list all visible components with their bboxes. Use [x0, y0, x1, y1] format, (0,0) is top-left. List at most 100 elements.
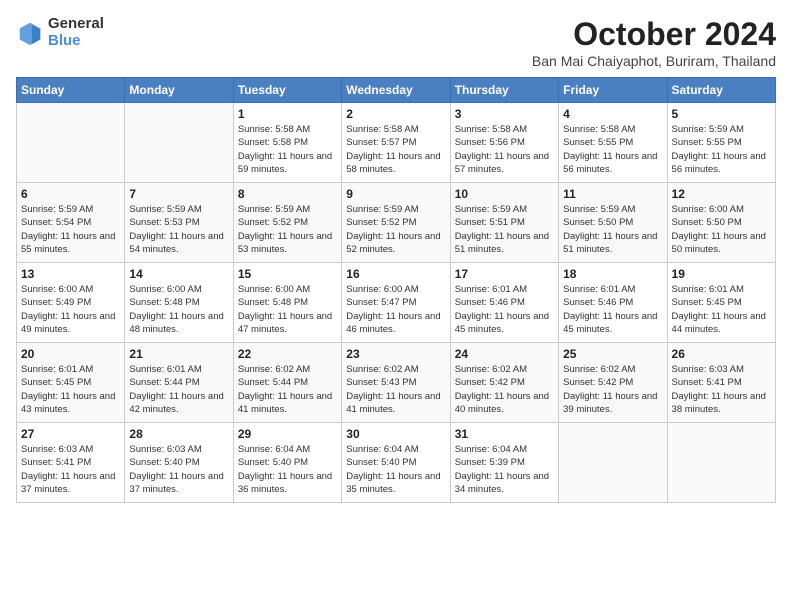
day-info: Sunrise: 6:00 AMSunset: 5:49 PMDaylight:…	[21, 283, 120, 336]
day-info: Sunrise: 5:59 AMSunset: 5:52 PMDaylight:…	[238, 203, 337, 256]
day-info: Sunrise: 5:59 AMSunset: 5:53 PMDaylight:…	[129, 203, 228, 256]
day-number: 27	[21, 427, 120, 441]
logo-blue-label: Blue	[48, 33, 104, 50]
day-info: Sunrise: 6:00 AMSunset: 5:50 PMDaylight:…	[672, 203, 771, 256]
calendar-cell: 8 Sunrise: 5:59 AMSunset: 5:52 PMDaylight…	[233, 183, 341, 263]
calendar-cell	[559, 423, 667, 503]
day-info: Sunrise: 6:02 AMSunset: 5:43 PMDaylight:…	[346, 363, 445, 416]
day-info: Sunrise: 6:01 AMSunset: 5:45 PMDaylight:…	[21, 363, 120, 416]
location-subtitle: Ban Mai Chaiyaphot, Buriram, Thailand	[532, 53, 776, 69]
day-number: 25	[563, 347, 662, 361]
day-info: Sunrise: 6:04 AMSunset: 5:39 PMDaylight:…	[455, 443, 554, 496]
calendar-cell: 16 Sunrise: 6:00 AMSunset: 5:47 PMDayligh…	[342, 263, 450, 343]
day-info: Sunrise: 6:04 AMSunset: 5:40 PMDaylight:…	[238, 443, 337, 496]
calendar-cell: 12 Sunrise: 6:00 AMSunset: 5:50 PMDayligh…	[667, 183, 775, 263]
day-number: 28	[129, 427, 228, 441]
day-info: Sunrise: 6:01 AMSunset: 5:45 PMDaylight:…	[672, 283, 771, 336]
day-number: 3	[455, 107, 554, 121]
calendar-cell	[667, 423, 775, 503]
calendar-cell: 7 Sunrise: 5:59 AMSunset: 5:53 PMDaylight…	[125, 183, 233, 263]
weekday-header-wednesday: Wednesday	[342, 78, 450, 103]
day-number: 22	[238, 347, 337, 361]
day-number: 13	[21, 267, 120, 281]
day-number: 8	[238, 187, 337, 201]
day-info: Sunrise: 6:00 AMSunset: 5:48 PMDaylight:…	[129, 283, 228, 336]
day-number: 30	[346, 427, 445, 441]
day-info: Sunrise: 5:59 AMSunset: 5:52 PMDaylight:…	[346, 203, 445, 256]
calendar-cell: 4 Sunrise: 5:58 AMSunset: 5:55 PMDaylight…	[559, 103, 667, 183]
day-number: 29	[238, 427, 337, 441]
weekday-header-tuesday: Tuesday	[233, 78, 341, 103]
day-number: 14	[129, 267, 228, 281]
day-info: Sunrise: 6:02 AMSunset: 5:42 PMDaylight:…	[455, 363, 554, 416]
day-info: Sunrise: 5:58 AMSunset: 5:58 PMDaylight:…	[238, 123, 337, 176]
day-number: 21	[129, 347, 228, 361]
day-info: Sunrise: 6:03 AMSunset: 5:41 PMDaylight:…	[21, 443, 120, 496]
day-number: 10	[455, 187, 554, 201]
day-number: 17	[455, 267, 554, 281]
day-info: Sunrise: 6:01 AMSunset: 5:46 PMDaylight:…	[563, 283, 662, 336]
calendar-table: SundayMondayTuesdayWednesdayThursdayFrid…	[16, 77, 776, 503]
calendar-cell	[17, 103, 125, 183]
calendar-week-row: 20 Sunrise: 6:01 AMSunset: 5:45 PMDayligh…	[17, 343, 776, 423]
day-number: 31	[455, 427, 554, 441]
calendar-cell: 3 Sunrise: 5:58 AMSunset: 5:56 PMDaylight…	[450, 103, 558, 183]
calendar-cell: 14 Sunrise: 6:00 AMSunset: 5:48 PMDayligh…	[125, 263, 233, 343]
calendar-cell	[125, 103, 233, 183]
day-info: Sunrise: 6:01 AMSunset: 5:46 PMDaylight:…	[455, 283, 554, 336]
calendar-cell: 26 Sunrise: 6:03 AMSunset: 5:41 PMDayligh…	[667, 343, 775, 423]
weekday-header-monday: Monday	[125, 78, 233, 103]
day-info: Sunrise: 6:03 AMSunset: 5:40 PMDaylight:…	[129, 443, 228, 496]
day-info: Sunrise: 6:00 AMSunset: 5:47 PMDaylight:…	[346, 283, 445, 336]
calendar-cell: 10 Sunrise: 5:59 AMSunset: 5:51 PMDayligh…	[450, 183, 558, 263]
day-number: 7	[129, 187, 228, 201]
calendar-cell: 2Sunrise: 5:58 AMSunset: 5:57 PMDaylight…	[342, 103, 450, 183]
day-info: Sunrise: 6:03 AMSunset: 5:41 PMDaylight:…	[672, 363, 771, 416]
day-number: 15	[238, 267, 337, 281]
day-info: Sunrise: 5:58 AMSunset: 5:57 PMDaylight:…	[346, 123, 445, 176]
title-block: October 2024 Ban Mai Chaiyaphot, Buriram…	[532, 16, 776, 69]
calendar-week-row: 13 Sunrise: 6:00 AMSunset: 5:49 PMDayligh…	[17, 263, 776, 343]
page-header: General Blue October 2024 Ban Mai Chaiya…	[16, 16, 776, 69]
calendar-cell: 27 Sunrise: 6:03 AMSunset: 5:41 PMDayligh…	[17, 423, 125, 503]
calendar-cell: 5 Sunrise: 5:59 AMSunset: 5:55 PMDaylight…	[667, 103, 775, 183]
day-number: 6	[21, 187, 120, 201]
day-info: Sunrise: 6:00 AMSunset: 5:48 PMDaylight:…	[238, 283, 337, 336]
calendar-cell: 6Sunrise: 5:59 AMSunset: 5:54 PMDaylight…	[17, 183, 125, 263]
calendar-cell: 18 Sunrise: 6:01 AMSunset: 5:46 PMDayligh…	[559, 263, 667, 343]
day-number: 9	[346, 187, 445, 201]
day-number: 4	[563, 107, 662, 121]
day-number: 26	[672, 347, 771, 361]
day-info: Sunrise: 5:59 AMSunset: 5:50 PMDaylight:…	[563, 203, 662, 256]
weekday-header-row: SundayMondayTuesdayWednesdayThursdayFrid…	[17, 78, 776, 103]
logo-text: General Blue	[48, 16, 104, 49]
day-number: 24	[455, 347, 554, 361]
calendar-cell: 22Sunrise: 6:02 AMSunset: 5:44 PMDayligh…	[233, 343, 341, 423]
day-number: 1	[238, 107, 337, 121]
day-info: Sunrise: 6:02 AMSunset: 5:42 PMDaylight:…	[563, 363, 662, 416]
day-number: 16	[346, 267, 445, 281]
calendar-cell: 17 Sunrise: 6:01 AMSunset: 5:46 PMDayligh…	[450, 263, 558, 343]
day-number: 5	[672, 107, 771, 121]
calendar-cell: 19Sunrise: 6:01 AMSunset: 5:45 PMDayligh…	[667, 263, 775, 343]
day-info: Sunrise: 6:04 AMSunset: 5:40 PMDaylight:…	[346, 443, 445, 496]
day-info: Sunrise: 5:59 AMSunset: 5:51 PMDaylight:…	[455, 203, 554, 256]
day-info: Sunrise: 5:59 AMSunset: 5:55 PMDaylight:…	[672, 123, 771, 176]
day-number: 18	[563, 267, 662, 281]
weekday-header-friday: Friday	[559, 78, 667, 103]
day-info: Sunrise: 5:58 AMSunset: 5:56 PMDaylight:…	[455, 123, 554, 176]
day-number: 12	[672, 187, 771, 201]
day-info: Sunrise: 5:58 AMSunset: 5:55 PMDaylight:…	[563, 123, 662, 176]
calendar-week-row: 27 Sunrise: 6:03 AMSunset: 5:41 PMDayligh…	[17, 423, 776, 503]
weekday-header-sunday: Sunday	[17, 78, 125, 103]
calendar-cell: 11Sunrise: 5:59 AMSunset: 5:50 PMDayligh…	[559, 183, 667, 263]
calendar-cell: 15 Sunrise: 6:00 AMSunset: 5:48 PMDayligh…	[233, 263, 341, 343]
calendar-week-row: 6Sunrise: 5:59 AMSunset: 5:54 PMDaylight…	[17, 183, 776, 263]
day-number: 23	[346, 347, 445, 361]
calendar-cell: 30 Sunrise: 6:04 AMSunset: 5:40 PMDayligh…	[342, 423, 450, 503]
calendar-cell: 28 Sunrise: 6:03 AMSunset: 5:40 PMDayligh…	[125, 423, 233, 503]
weekday-header-saturday: Saturday	[667, 78, 775, 103]
day-number: 20	[21, 347, 120, 361]
calendar-cell: 31 Sunrise: 6:04 AMSunset: 5:39 PMDayligh…	[450, 423, 558, 503]
logo-icon	[16, 19, 44, 47]
